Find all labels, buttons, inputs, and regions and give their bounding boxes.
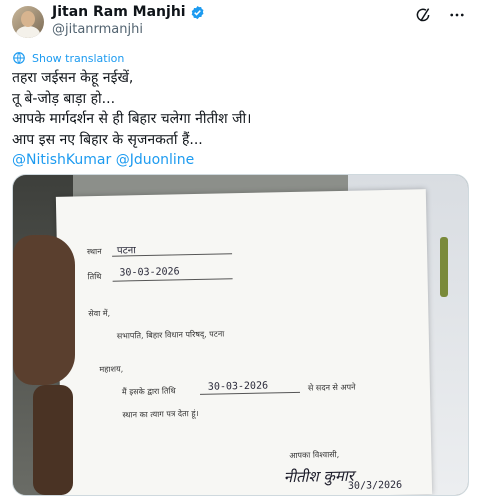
to-line: सेवा में, xyxy=(88,308,111,319)
show-translation-label: Show translation xyxy=(32,51,125,65)
tweet-mentions[interactable]: @NitishKumar @Jduonline xyxy=(12,150,467,171)
tweet-top-actions xyxy=(414,6,466,24)
tweet-line: तू बे-जोड़ बाड़ा हो... xyxy=(12,90,116,107)
avatar[interactable] xyxy=(12,6,44,38)
resignation-letter: स्थान पटना तिथि 30-03-2026 सेवा में, सभा… xyxy=(55,189,433,495)
date-value: 30-03-2026 xyxy=(119,266,180,279)
signature: नीतीश कुमार xyxy=(283,466,355,487)
body-date: 30-03-2026 xyxy=(207,380,269,393)
salutation: महाशय, xyxy=(99,364,124,375)
addressee: सभापति, बिहार विधान परिषद्, पटना xyxy=(116,329,225,341)
closing: आपका विश्वासी, xyxy=(289,450,340,461)
tweet-text: तहरा जईसन केहू नईखें, तू बे-जोड़ बाड़ा ह… xyxy=(12,68,467,171)
tweet-photo[interactable]: स्थान पटना तिथि 30-03-2026 सेवा में, सभा… xyxy=(12,174,469,496)
more-options-icon[interactable] xyxy=(448,6,466,24)
author-name[interactable]: Jitan Ram Manjhi xyxy=(52,4,186,20)
body-line-3: स्थान का त्याग पत्र देता हूं। xyxy=(122,408,199,420)
signature-date: 30/3/2026 xyxy=(347,479,403,492)
tweet-card: Jitan Ram Manjhi @jitanrmanjhi Show tran… xyxy=(0,0,480,499)
tweet-line: आप इस नए बिहार के सृजनकर्ता हैं... xyxy=(12,131,203,148)
date-label: तिथि xyxy=(87,271,102,282)
tweet-line: आपके मार्गदर्शन से ही बिहार चलेगा नीतीश … xyxy=(12,111,252,127)
author-handle[interactable]: @jitanrmanjhi xyxy=(52,22,143,37)
hand-shadow xyxy=(33,385,73,495)
hand-holding-letter xyxy=(13,235,75,385)
pen-in-pocket xyxy=(440,237,448,297)
body-line-1: मैं इसके द्वारा तिथि xyxy=(121,386,176,397)
body-line-2: से सदन से अपने xyxy=(307,382,356,393)
author-name-row: Jitan Ram Manjhi xyxy=(52,4,205,20)
grok-icon[interactable] xyxy=(414,6,432,24)
show-translation-link[interactable]: Show translation xyxy=(12,51,124,65)
globe-icon xyxy=(13,52,25,64)
place-label: स्थान xyxy=(86,246,102,257)
verified-badge-icon xyxy=(191,5,204,19)
tweet-line: तहरा जईसन केहू नईखें, xyxy=(12,70,134,86)
